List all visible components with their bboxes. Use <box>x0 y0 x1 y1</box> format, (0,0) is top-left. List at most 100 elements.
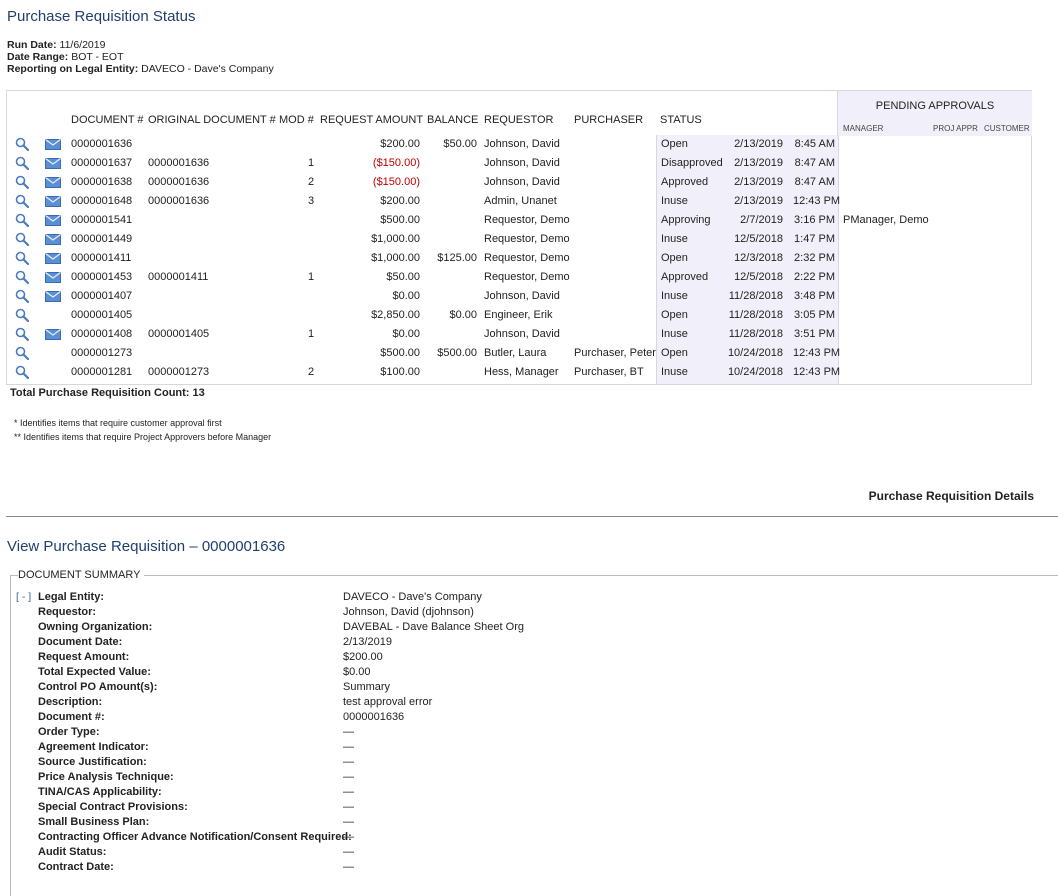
search-icon[interactable] <box>15 346 30 361</box>
summary-field-label: Special Contract Provisions: <box>38 801 188 813</box>
col-purchaser[interactable]: PURCHASER <box>574 114 643 126</box>
cell-balance: $0.00 <box>449 309 477 321</box>
cell-original-document: 0000001636 <box>148 195 210 207</box>
cell-requestor: Requestor, Demo <box>484 252 570 264</box>
cell-status: Inuse <box>661 328 688 340</box>
legal-entity-label: Reporting on Legal Entity: <box>7 63 139 75</box>
cell-status: Inuse <box>661 195 688 207</box>
col-document[interactable]: DOCUMENT # <box>71 114 144 126</box>
summary-field-label: Order Type: <box>38 726 100 738</box>
col-requestor[interactable]: REQUESTOR <box>484 114 553 126</box>
email-icon[interactable] <box>45 329 61 340</box>
cell-request-amount: ($150.00) <box>372 176 420 188</box>
cell-document[interactable]: 0000001636 <box>71 138 132 150</box>
date-range-label: Date Range: <box>7 51 69 63</box>
email-icon[interactable] <box>45 291 61 302</box>
summary-field: Contracting Officer Advance Notification… <box>38 831 738 846</box>
cell-time: 3:16 PM <box>794 214 835 226</box>
cell-date: 2/13/2019 <box>734 176 783 188</box>
footnotes: * Identifies items that require customer… <box>14 416 271 444</box>
email-icon[interactable] <box>45 139 61 150</box>
search-icon[interactable] <box>15 175 30 190</box>
cell-request-amount: $200.00 <box>380 138 420 150</box>
email-icon[interactable] <box>45 234 61 245</box>
search-icon[interactable] <box>15 365 30 380</box>
cell-status: Disapproved <box>661 157 723 169</box>
col-balance[interactable]: BALANCE <box>427 114 478 126</box>
search-icon[interactable] <box>15 270 30 285</box>
cell-document[interactable]: 0000001408 <box>71 328 132 340</box>
purchase-requisition-details-link[interactable]: Purchase Requisition Details <box>869 489 1034 503</box>
email-icon[interactable] <box>45 196 61 207</box>
total-count: Total Purchase Requisition Count: 13 <box>10 387 205 399</box>
email-icon[interactable] <box>45 177 61 188</box>
cell-balance: $500.00 <box>437 347 477 359</box>
cell-document[interactable]: 0000001453 <box>71 271 132 283</box>
cell-purchaser: Purchaser, BT <box>574 366 644 378</box>
table-row: 0000001281 0000001273 2 $100.00 Hess, Manage… <box>7 363 1031 382</box>
summary-field-value: — <box>343 831 354 843</box>
footnote-project: ** Identifies items that require Project… <box>14 432 272 442</box>
search-icon[interactable] <box>15 289 30 304</box>
cell-status: Open <box>661 138 688 150</box>
search-icon[interactable] <box>15 308 30 323</box>
date-range: BOT - EOT <box>71 51 124 63</box>
search-icon[interactable] <box>15 232 30 247</box>
cell-requestor: Johnson, David <box>484 176 560 188</box>
cell-document[interactable]: 0000001407 <box>71 290 132 302</box>
requisition-table: PENDING APPROVALS MANAGER PROJ APPR CUST… <box>6 90 1032 385</box>
summary-field-label: Agreement Indicator: <box>38 741 149 753</box>
summary-field-value: Johnson, David (djohnson) <box>343 606 474 618</box>
email-icon[interactable] <box>45 253 61 264</box>
cell-document[interactable]: 0000001637 <box>71 157 132 169</box>
search-icon[interactable] <box>15 194 30 209</box>
cell-document[interactable]: 0000001405 <box>71 309 132 321</box>
table-row: 0000001541 $500.00 Requestor, Demo Approvin… <box>7 211 1031 230</box>
summary-field-value: DAVEBAL - Dave Balance Sheet Org <box>343 621 524 633</box>
col-status[interactable]: STATUS <box>660 114 702 126</box>
email-icon[interactable] <box>45 158 61 169</box>
search-icon[interactable] <box>15 137 30 152</box>
collapse-toggle[interactable]: [ - ] <box>16 591 31 603</box>
cell-document[interactable]: 0000001541 <box>71 214 132 226</box>
cell-date: 12/3/2018 <box>734 252 783 264</box>
cell-requestor: Johnson, David <box>484 290 560 302</box>
cell-document[interactable]: 0000001273 <box>71 347 132 359</box>
table-row: 0000001411 $1,000.00 $125.00 Requestor, Dem… <box>7 249 1031 268</box>
cell-original-document: 0000001636 <box>148 176 210 188</box>
cell-status: Approving <box>661 214 711 226</box>
summary-field-label: Price Analysis Technique: <box>38 771 174 783</box>
summary-field-value: — <box>343 816 354 828</box>
summary-field: Document Date: 2/13/2019 <box>38 636 738 651</box>
cell-request-amount: $0.00 <box>392 290 420 302</box>
cell-document[interactable]: 0000001638 <box>71 176 132 188</box>
col-original-document[interactable]: ORIGINAL DOCUMENT # <box>148 114 276 126</box>
summary-field-label: Owning Organization: <box>38 621 153 633</box>
summary-field: Description: test approval error <box>38 696 738 711</box>
email-icon[interactable] <box>45 215 61 226</box>
summary-field-label: Legal Entity: <box>38 591 105 603</box>
search-icon[interactable] <box>15 251 30 266</box>
search-icon[interactable] <box>15 327 30 342</box>
search-icon[interactable] <box>15 213 30 228</box>
footnote-customer: * Identifies items that require customer… <box>14 418 222 428</box>
pending-customer-header: CUSTOMER <box>984 124 1030 133</box>
cell-request-amount: $0.00 <box>392 328 420 340</box>
col-mod[interactable]: MOD # <box>279 114 314 126</box>
summary-field-value: DAVECO - Dave's Company <box>343 591 482 603</box>
email-icon[interactable] <box>45 272 61 283</box>
cell-document[interactable]: 0000001281 <box>71 366 132 378</box>
summary-field-label: Description: <box>38 696 103 708</box>
cell-document[interactable]: 0000001648 <box>71 195 132 207</box>
summary-field-label: Control PO Amount(s): <box>38 681 158 693</box>
table-row: 0000001407 $0.00 Johnson, David Inuse 11/28/… <box>7 287 1031 306</box>
summary-field: TINA/CAS Applicability: — <box>38 786 738 801</box>
cell-time: 2:32 PM <box>794 252 835 264</box>
cell-document[interactable]: 0000001449 <box>71 233 132 245</box>
cell-time: 3:51 PM <box>794 328 835 340</box>
col-request-amount[interactable]: REQUEST AMOUNT <box>320 114 423 126</box>
cell-date: 2/13/2019 <box>734 138 783 150</box>
search-icon[interactable] <box>15 156 30 171</box>
cell-document[interactable]: 0000001411 <box>71 252 131 264</box>
summary-field-value: Summary <box>343 681 391 693</box>
